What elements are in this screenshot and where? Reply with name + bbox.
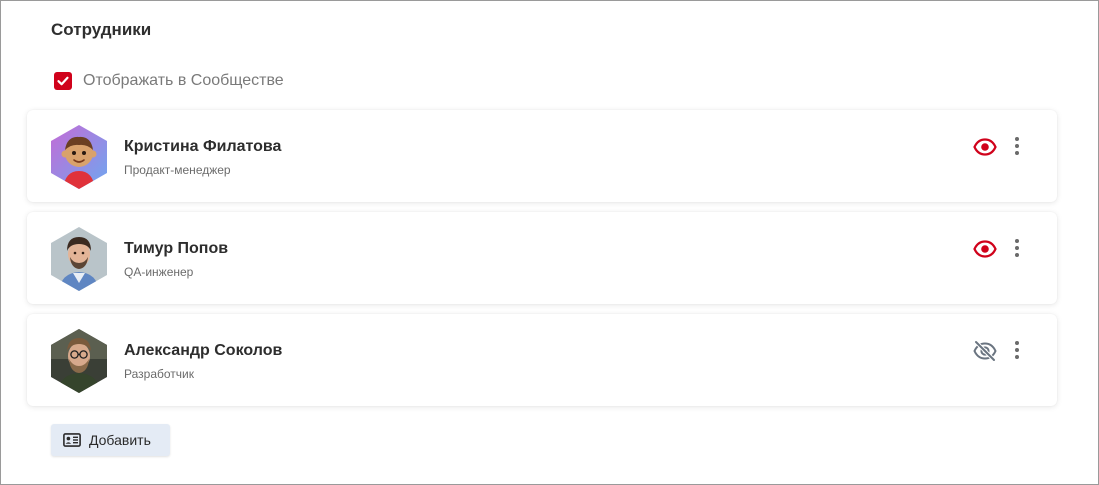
- add-button-label: Добавить: [89, 432, 151, 448]
- checkmark-icon: [57, 76, 69, 86]
- avatar: [51, 227, 107, 291]
- employee-role: Разработчик: [124, 367, 194, 381]
- add-employee-button[interactable]: Добавить: [51, 424, 170, 456]
- more-vert-icon[interactable]: [1009, 134, 1025, 158]
- eye-icon[interactable]: [973, 135, 997, 159]
- show-in-community-label[interactable]: Отображать в Сообществе: [83, 72, 284, 90]
- employee-card[interactable]: Кристина Филатова Продакт-менеджер: [27, 110, 1057, 202]
- employee-name: Кристина Филатова: [124, 138, 282, 155]
- eye-off-icon[interactable]: [973, 339, 997, 363]
- eye-icon[interactable]: [973, 237, 997, 261]
- section-title: Сотрудники: [51, 20, 152, 39]
- employee-card[interactable]: Тимур Попов QA-инженер: [27, 212, 1057, 304]
- employee-name: Александр Соколов: [124, 342, 283, 359]
- avatar: [51, 125, 107, 189]
- more-vert-icon[interactable]: [1009, 236, 1025, 260]
- id-card-icon: [63, 433, 81, 447]
- employee-role: QA-инженер: [124, 265, 194, 279]
- show-in-community-checkbox[interactable]: [54, 72, 72, 90]
- more-vert-icon[interactable]: [1009, 338, 1025, 362]
- avatar: [51, 329, 107, 393]
- employee-role: Продакт-менеджер: [124, 163, 231, 177]
- employees-panel: Сотрудники Отображать в Сообществе Крист…: [0, 0, 1099, 485]
- employee-name: Тимур Попов: [124, 240, 229, 257]
- show-in-community-row[interactable]: Отображать в Сообществе: [54, 72, 284, 90]
- employee-card[interactable]: Александр Соколов Разработчик: [27, 314, 1057, 406]
